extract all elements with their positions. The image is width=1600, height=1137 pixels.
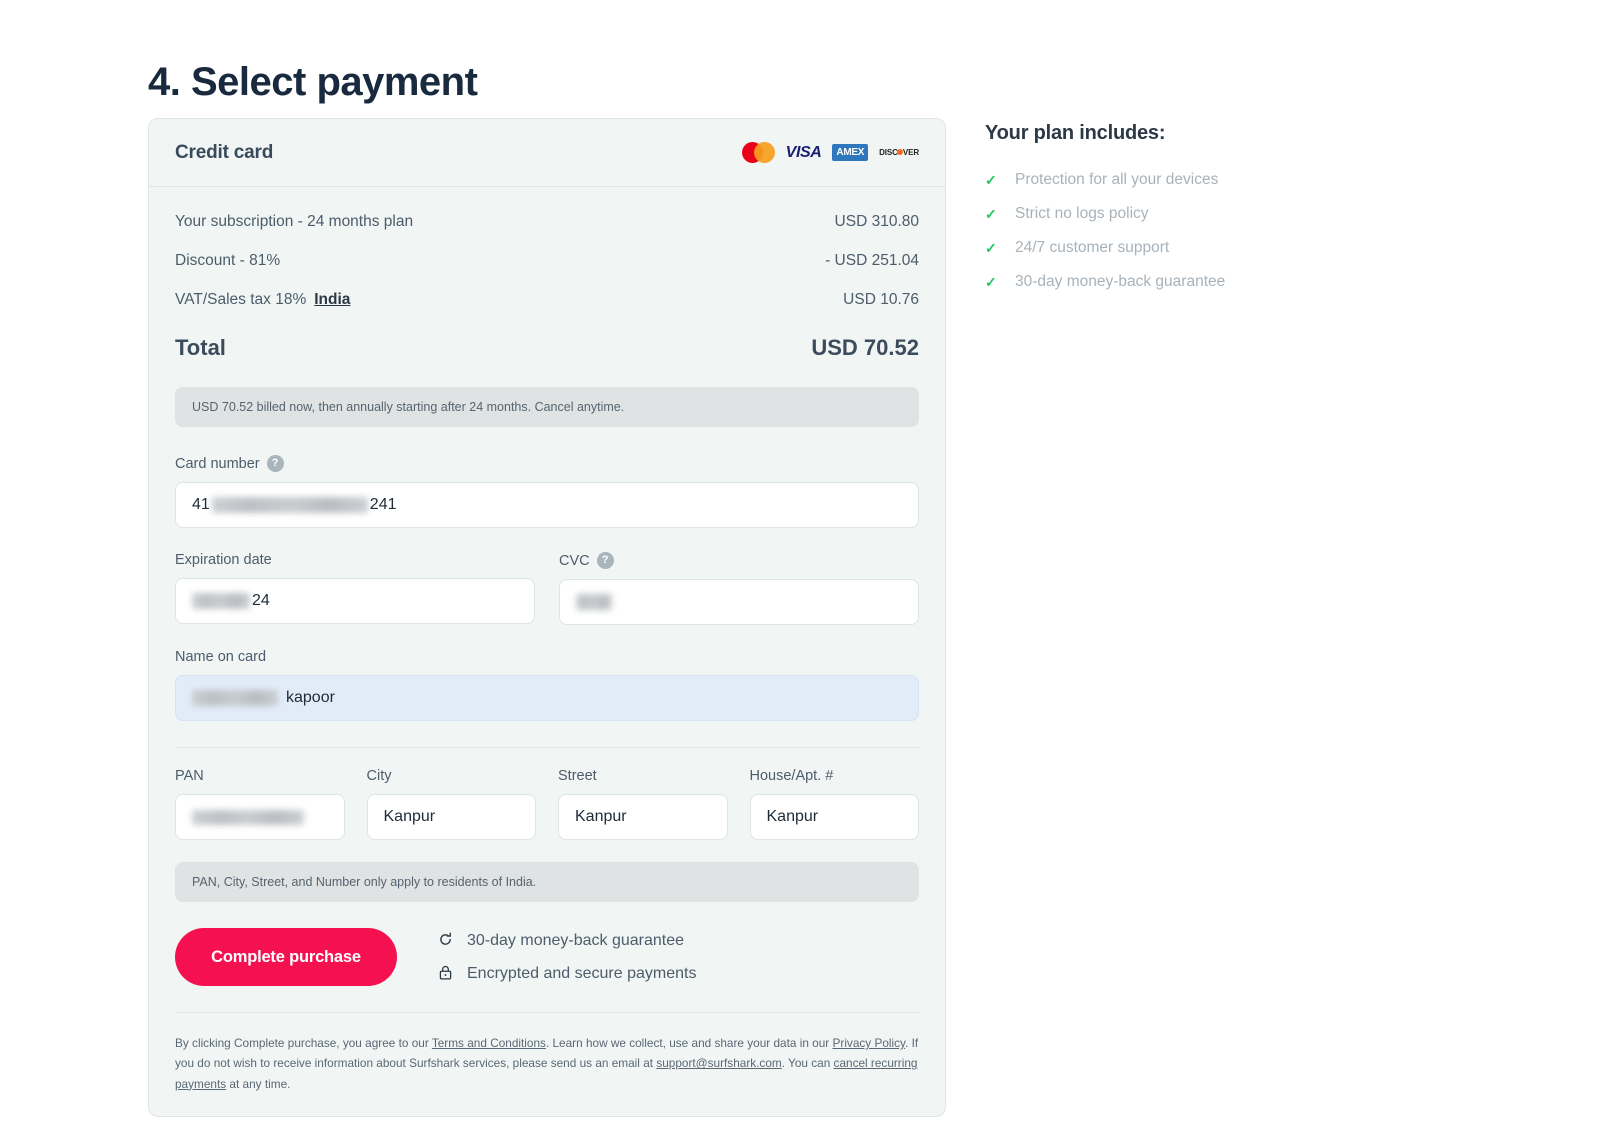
panel-header: Credit card VISA AMEX DISC VER	[149, 119, 945, 187]
tax-country-link[interactable]: India	[314, 291, 350, 309]
city-input[interactable]: Kanpur	[366, 794, 536, 840]
redacted-card-digits	[211, 497, 368, 513]
total-label: Total	[175, 335, 226, 360]
cvc-input[interactable]	[559, 579, 919, 625]
tax-label: VAT/Sales tax 18%	[175, 291, 307, 308]
trust-label: 30-day money-back guarantee	[467, 931, 685, 949]
billing-notice: USD 70.52 billed now, then annually star…	[175, 387, 919, 427]
cvc-label-text: CVC	[559, 552, 590, 569]
trust-label: Encrypted and secure payments	[467, 964, 697, 982]
street-label: Street	[558, 768, 728, 784]
name-on-card-label: Name on card	[175, 649, 919, 665]
total-amount: USD 70.52	[811, 335, 919, 360]
terms-link[interactable]: Terms and Conditions	[432, 1036, 546, 1050]
help-icon[interactable]: ?	[266, 455, 284, 472]
name-on-card-input[interactable]: kapoor	[175, 675, 919, 721]
card-number-input[interactable]: 41 241	[175, 482, 919, 528]
lock-icon	[437, 964, 454, 983]
legal-text: By clicking Complete purchase, you agree…	[175, 1012, 919, 1094]
street-input[interactable]: Kanpur	[558, 794, 728, 840]
subscription-label: Your subscription - 24 months plan	[175, 213, 414, 230]
summary-row-discount: Discount - 81% - USD 251.04	[175, 252, 919, 270]
panel-body: Your subscription - 24 months plan USD 3…	[149, 187, 945, 1116]
summary-row-total: Total USD 70.52	[175, 335, 919, 361]
plan-item-label: 30-day money-back guarantee	[1015, 273, 1226, 290]
pan-label-text: PAN	[175, 768, 204, 784]
legal-part4: . You can	[781, 1056, 834, 1071]
redacted-expiration	[192, 593, 250, 609]
city-label: City	[367, 768, 537, 784]
legal-part1: By clicking Complete purchase, you agree…	[175, 1036, 432, 1050]
help-icon[interactable]: ?	[596, 552, 614, 569]
discount-label: Discount - 81%	[175, 252, 281, 269]
check-icon: ✓	[985, 205, 997, 222]
plan-item: ✓ Strict no logs policy	[985, 205, 1385, 223]
city-label-text: City	[366, 768, 392, 784]
plan-includes-title: Your plan includes:	[985, 122, 1166, 144]
summary-row-subscription: Your subscription - 24 months plan USD 3…	[175, 213, 919, 231]
page-title: 4. Select payment	[148, 59, 478, 104]
house-value: Kanpur	[766, 808, 819, 825]
trust-list: 30-day money-back guarantee Encrypted an…	[437, 931, 696, 983]
card-number-label-text: Card number	[175, 455, 260, 472]
check-icon: ✓	[985, 239, 997, 256]
house-input[interactable]: Kanpur	[749, 794, 919, 840]
check-icon: ✓	[985, 273, 997, 290]
privacy-policy-link[interactable]: Privacy Policy	[833, 1036, 906, 1050]
tax-amount: USD 10.76	[843, 291, 919, 308]
card-number-prefix: 41	[192, 496, 210, 513]
plan-item-label: Protection for all your devices	[1015, 171, 1219, 188]
discover-icon: DISC VER	[879, 148, 919, 157]
panel-title: Credit card	[175, 141, 274, 163]
mastercard-icon	[741, 142, 775, 163]
expiration-label-text: Expiration date	[175, 552, 272, 568]
street-label-text: Street	[558, 768, 597, 784]
name-on-card-label-text: Name on card	[175, 649, 267, 665]
trust-item-secure: Encrypted and secure payments	[437, 964, 696, 983]
redacted-cvc	[576, 594, 612, 610]
pan-input[interactable]	[175, 794, 345, 840]
checkout-page: 4. Select payment Credit card VISA AMEX …	[0, 0, 1600, 1137]
amex-icon: AMEX	[832, 144, 869, 161]
plan-item-label: 24/7 customer support	[1015, 239, 1170, 256]
house-label-text: House/Apt. #	[749, 768, 834, 784]
summary-row-tax: VAT/Sales tax 18% India USD 10.76	[175, 291, 919, 309]
complete-purchase-button[interactable]: Complete purchase	[175, 928, 397, 986]
redacted-first-name	[192, 690, 278, 706]
house-label: House/Apt. #	[750, 768, 920, 784]
credit-card-panel: Credit card VISA AMEX DISC VER Your subsc…	[148, 118, 946, 1117]
plan-item: ✓ 24/7 customer support	[985, 239, 1385, 257]
plan-item: ✓ Protection for all your devices	[985, 171, 1385, 189]
trust-item-money-back: 30-day money-back guarantee	[437, 931, 696, 950]
residents-notice: PAN, City, Street, and Number only apply…	[175, 862, 919, 902]
cvc-label: CVC ?	[559, 552, 919, 569]
visa-icon: VISA	[785, 143, 822, 161]
card-brand-logos: VISA AMEX DISC VER	[741, 142, 919, 163]
divider	[175, 747, 919, 748]
legal-part5: at any time.	[226, 1076, 291, 1091]
check-icon: ✓	[985, 171, 997, 188]
pan-label: PAN	[175, 768, 345, 784]
card-number-suffix: 241	[369, 496, 397, 513]
legal-part2: . Learn how we collect, use and share yo…	[545, 1036, 833, 1050]
street-value: Kanpur	[575, 808, 627, 825]
discount-amount: - USD 251.04	[825, 252, 919, 269]
expiration-date-input[interactable]: 24	[175, 578, 535, 624]
expiration-label: Expiration date	[175, 552, 535, 568]
city-value: Kanpur	[383, 808, 436, 825]
subscription-amount: USD 310.80	[834, 213, 919, 230]
expiration-suffix: 24	[252, 592, 270, 609]
plan-item-label: Strict no logs policy	[1015, 205, 1149, 222]
support-email-link[interactable]: support@surfshark.com	[656, 1056, 781, 1070]
money-back-icon	[437, 931, 454, 950]
plan-includes-section: Your plan includes: ✓ Protection for all…	[985, 122, 1385, 307]
card-number-label: Card number ?	[175, 455, 919, 472]
cta-area: Complete purchase 30-day money-back guar…	[175, 928, 919, 986]
redacted-pan	[192, 809, 304, 825]
name-on-card-suffix: kapoor	[286, 689, 335, 706]
plan-item: ✓ 30-day money-back guarantee	[985, 273, 1385, 291]
